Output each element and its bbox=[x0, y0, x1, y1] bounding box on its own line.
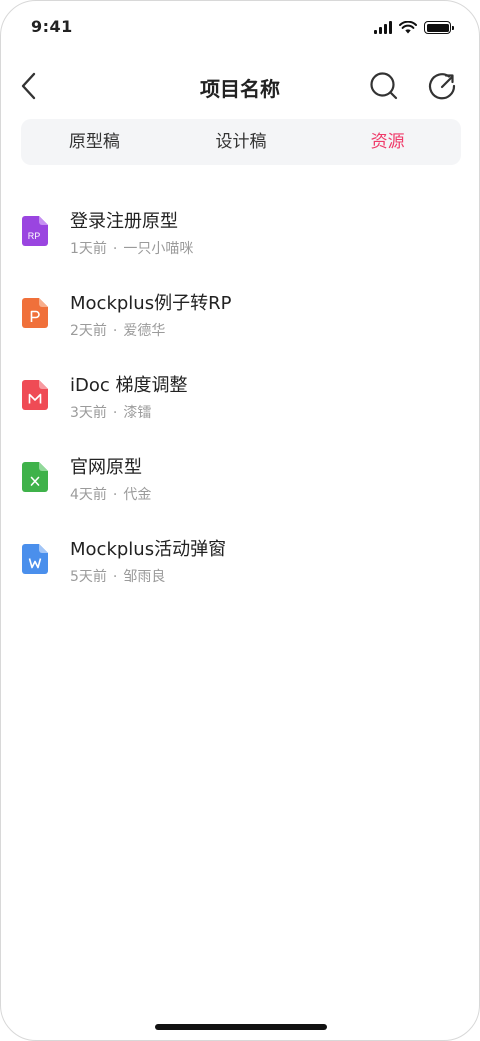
file-meta: 2天前 · 爱德华 bbox=[70, 320, 165, 340]
search-icon[interactable] bbox=[369, 71, 399, 101]
file-name: 登录注册原型 bbox=[70, 211, 178, 232]
file-meta: 4天前 · 代金 bbox=[70, 484, 151, 504]
nav-bar: 项目名称 bbox=[1, 61, 479, 111]
file-item[interactable]: 官网原型 4天前 · 代金 bbox=[1, 437, 479, 519]
file-name: Mockplus例子转RP bbox=[70, 293, 232, 314]
file-name: 官网原型 bbox=[70, 457, 142, 478]
file-item[interactable]: Mockplus活动弹窗 5天前 · 邹雨良 bbox=[1, 519, 479, 601]
meta-separator: · bbox=[112, 241, 118, 257]
file-name: iDoc 梯度调整 bbox=[70, 375, 188, 396]
svg-text:RP: RP bbox=[28, 231, 41, 241]
file-list: RP 登录注册原型 1天前 · 一只小喵咪 Mockplus例子转RP 2天前 · 爱德… bbox=[1, 191, 479, 601]
file-time: 3天前 bbox=[70, 405, 107, 421]
tab-resources[interactable]: 资源 bbox=[314, 119, 461, 165]
excel-file-icon bbox=[22, 462, 48, 492]
cellular-signal-icon bbox=[374, 21, 392, 34]
meta-separator: · bbox=[112, 323, 118, 339]
tab-prototype[interactable]: 原型稿 bbox=[21, 119, 168, 165]
status-icons bbox=[374, 21, 454, 34]
share-icon[interactable] bbox=[427, 71, 457, 101]
file-time: 5天前 bbox=[70, 569, 107, 585]
status-bar: 9:41 bbox=[1, 1, 479, 51]
file-author: 邹雨良 bbox=[123, 569, 166, 585]
home-indicator[interactable] bbox=[155, 1024, 327, 1030]
phone-screen: 9:41 项目名称 原型稿 设计稿 资源 RP 登录注册原型 1天前 · 一只小… bbox=[0, 0, 480, 1041]
file-author: 一只小喵咪 bbox=[123, 241, 194, 257]
file-time: 4天前 bbox=[70, 487, 107, 503]
file-author: 漆镭 bbox=[123, 405, 152, 421]
meta-separator: · bbox=[112, 569, 118, 585]
status-time: 9:41 bbox=[31, 17, 73, 36]
file-meta: 3天前 · 漆镭 bbox=[70, 402, 151, 422]
battery-icon bbox=[424, 21, 454, 34]
meta-separator: · bbox=[112, 405, 118, 421]
page-title: 项目名称 bbox=[200, 77, 280, 101]
file-item[interactable]: Mockplus例子转RP 2天前 · 爱德华 bbox=[1, 273, 479, 355]
tab-design[interactable]: 设计稿 bbox=[168, 119, 315, 165]
powerpoint-file-icon bbox=[22, 298, 48, 328]
rp-file-icon: RP bbox=[22, 216, 48, 246]
file-meta: 5天前 · 邹雨良 bbox=[70, 566, 165, 586]
segmented-tabs: 原型稿 设计稿 资源 bbox=[21, 119, 461, 165]
file-time: 1天前 bbox=[70, 241, 107, 257]
file-name: Mockplus活动弹窗 bbox=[70, 539, 227, 560]
file-item[interactable]: RP 登录注册原型 1天前 · 一只小喵咪 bbox=[1, 191, 479, 273]
file-meta: 1天前 · 一只小喵咪 bbox=[70, 238, 193, 258]
file-time: 2天前 bbox=[70, 323, 107, 339]
wifi-icon bbox=[399, 21, 417, 34]
meta-separator: · bbox=[112, 487, 118, 503]
file-item[interactable]: iDoc 梯度调整 3天前 · 漆镭 bbox=[1, 355, 479, 437]
word-file-icon bbox=[22, 544, 48, 574]
file-author: 爱德华 bbox=[123, 323, 166, 339]
mockplus-file-icon bbox=[22, 380, 48, 410]
file-author: 代金 bbox=[123, 487, 152, 503]
